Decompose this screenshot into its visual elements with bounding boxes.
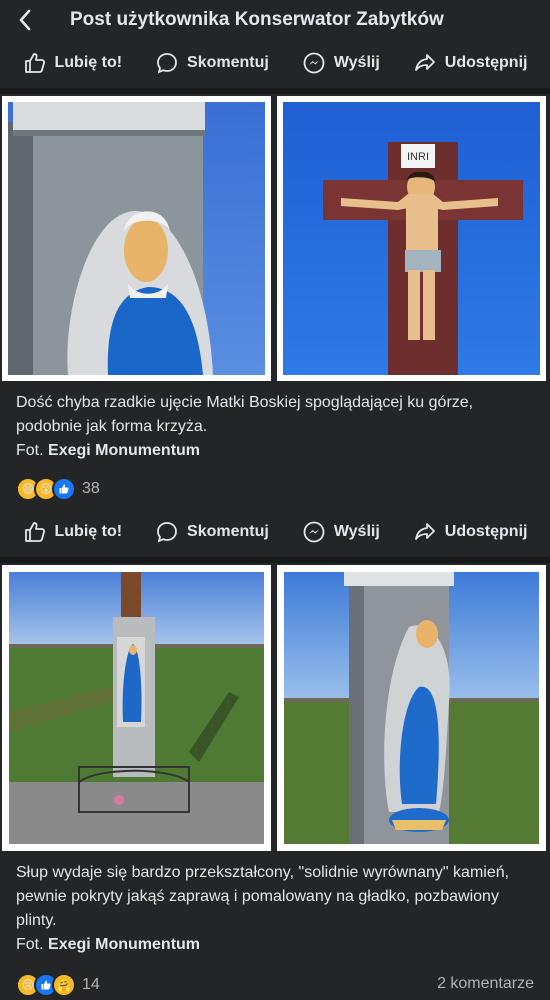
madonna-column-image [284,572,539,844]
post1-credit-prefix: Fot. [16,442,44,459]
top-bar: Post użytkownika Konserwator Zabytków [0,0,550,40]
page-title: Post użytkownika Konserwator Zabytków [70,9,444,30]
post1-credit-author[interactable]: Exegi Monumentum [48,442,200,459]
thumbs-up-icon [24,53,45,73]
share-arrow-icon [414,523,435,540]
comment-bubble-icon [157,522,177,543]
post2-caption: Słup wydaje się bardzo przekształcony, "… [16,861,536,957]
post1-caption-text: Dość chyba rzadkie ujęcie Matki Boskiej … [16,394,474,435]
chevron-left-icon [19,9,31,31]
action-bar: Lubię to! Skomentuj Wyślij Udostępnij [0,40,550,86]
divider [0,557,550,563]
messenger-icon [303,521,325,543]
send-button[interactable]: Wyślij [302,51,380,75]
share-button[interactable]: Udostępnij [413,51,528,75]
photo-madonna-closeup[interactable] [2,96,271,381]
share-label: Udostępnij [444,523,528,540]
post1-credit: Fot. Exegi Monumentum [16,439,536,463]
comment-bubble-icon [157,53,177,74]
post2-credit-prefix: Fot. [16,936,44,953]
comment-label: Skomentuj [187,54,269,71]
post1-photos: INRI [0,96,550,381]
share-label: Udostępnij [444,54,528,71]
photo-madonna-column[interactable] [277,565,546,851]
post1-send-button[interactable]: Wyślij [302,520,380,544]
inri-plaque: INRI [407,151,429,163]
send-label: Wyślij [333,54,380,71]
like-label: Lubię to! [54,54,123,71]
post2-reactions[interactable]: 😢 🤗 14 [16,973,100,997]
post1-share-button[interactable]: Udostępnij [413,520,528,544]
like-button[interactable]: Lubię to! [23,51,123,75]
share-arrow-icon [414,54,435,71]
comment-button[interactable]: Skomentuj [155,51,269,75]
messenger-icon [303,52,325,74]
send-label: Wyślij [333,523,380,540]
care-reaction-icon: 🤗 [52,973,76,997]
like-label: Lubię to! [54,523,123,540]
post1-caption: Dość chyba rzadkie ujęcie Matki Boskiej … [16,391,536,463]
column-field-image [9,572,264,844]
comment-label: Skomentuj [187,523,269,540]
thumbs-up-icon [24,522,45,542]
post1-like-button[interactable]: Lubię to! [23,520,123,544]
post1-reactions[interactable]: 😄 😮 38 [16,477,100,501]
like-reaction-icon [52,477,76,501]
back-button[interactable] [18,9,38,31]
post2-caption-text: Słup wydaje się bardzo przekształcony, "… [16,864,510,929]
crucifix-image: INRI [283,102,540,375]
divider [0,88,550,94]
post2-photos [0,565,550,851]
photo-crucifix[interactable]: INRI [277,96,546,381]
photo-column-field[interactable] [2,565,271,851]
post2-credit: Fot. Exegi Monumentum [16,933,536,957]
post1-reaction-count: 38 [82,480,100,497]
post2-credit-author[interactable]: Exegi Monumentum [48,936,200,953]
post1-comment-button[interactable]: Skomentuj [155,520,269,544]
post2-reaction-count: 14 [82,976,100,993]
madonna-image [8,102,265,375]
post2-comments-link[interactable]: 2 komentarze [437,975,534,993]
post1-action-bar: Lubię to! Skomentuj Wyślij Udostępnij [0,509,550,555]
